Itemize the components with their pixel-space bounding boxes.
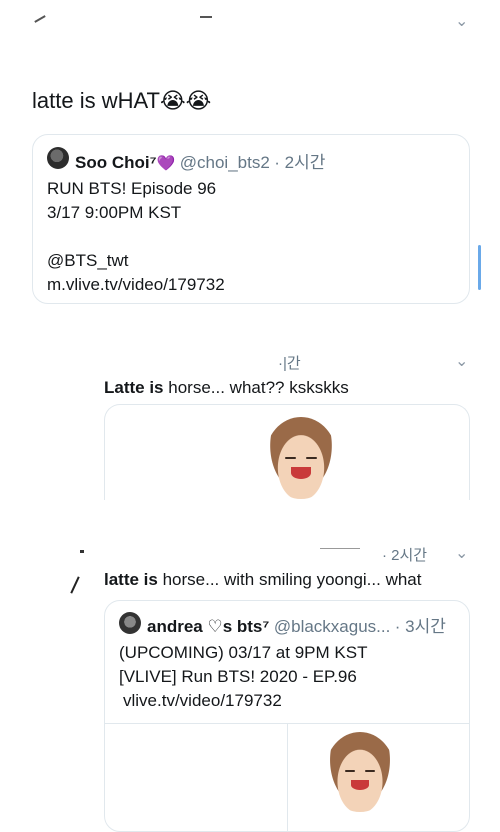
media-divider	[287, 724, 288, 832]
crying-emoji: 😭😭	[159, 88, 212, 113]
tweet-timestamp: ·|간	[278, 355, 301, 372]
quote-mention-link[interactable]: @BTS_twt	[47, 249, 225, 273]
mouth	[351, 780, 369, 790]
eye	[306, 457, 317, 459]
quote-line	[47, 225, 225, 249]
quote-line: (UPCOMING) 03/17 at 9PM KST	[119, 643, 368, 662]
quote-line: 3/17 9:00PM KST	[47, 203, 182, 222]
tweet-body: latte is wHAT	[32, 88, 160, 113]
tweet-text-rest: horse... what?? kskskks	[163, 378, 349, 397]
media-card[interactable]	[104, 404, 470, 505]
tweet-1[interactable]: ⌄ latte is wHAT😭😭 Soo Choi⁷💜 @choi_bts2 …	[0, 0, 500, 330]
avatar[interactable]	[119, 612, 141, 634]
section-divider	[0, 500, 500, 512]
tweet-timestamp: · 2시간	[382, 547, 428, 564]
chevron-down-icon[interactable]: ⌄	[455, 14, 468, 30]
tweet-text-bold: latte is	[104, 570, 158, 589]
scribble-mark	[34, 15, 46, 23]
tweet-text-rest: horse... with smiling yoongi... what	[157, 570, 422, 589]
quote-timestamp: · 2시간	[274, 153, 326, 172]
scribble-mark	[80, 550, 84, 553]
media-preview[interactable]	[105, 723, 469, 832]
eye	[365, 770, 375, 772]
avatar[interactable]	[47, 147, 69, 169]
scribble-mark	[320, 548, 360, 549]
quote-card[interactable]: andrea ♡s bts⁷ @blackxagus... · 3시간 (UPC…	[104, 600, 470, 832]
tweet-3[interactable]: · 2시간 ⌄ latte is horse... with smiling y…	[0, 530, 500, 832]
tweet-text: Latte is horse... what?? kskskks	[104, 378, 349, 398]
quote-author-name[interactable]: Soo Choi⁷	[75, 153, 157, 172]
quote-author-handle[interactable]: @blackxagus...	[274, 617, 390, 636]
quote-author-handle[interactable]: @choi_bts2	[180, 153, 270, 172]
smiling-face-image[interactable]	[325, 732, 395, 812]
purple-heart-icon: 💜	[156, 155, 176, 172]
tweet-text-bold: Latte is	[104, 378, 164, 397]
tweet-text: latte is wHAT😭😭	[32, 88, 211, 114]
quote-author-name[interactable]: andrea ♡s bts⁷	[147, 617, 269, 636]
scribble-mark	[70, 576, 80, 594]
quote-card[interactable]: Soo Choi⁷💜 @choi_bts2 · 2시간 RUN BTS! Epi…	[32, 134, 470, 304]
quote-line: [VLIVE] Run BTS! 2020 - EP.96	[119, 667, 357, 686]
eye	[345, 770, 355, 772]
chevron-down-icon[interactable]: ⌄	[455, 354, 468, 370]
eye	[285, 457, 296, 459]
tweet-2[interactable]: ·|간 ⌄ Latte is horse... what?? kskskks	[0, 340, 500, 505]
scrollbar[interactable]	[478, 245, 481, 290]
mouth	[291, 467, 311, 479]
chevron-down-icon[interactable]: ⌄	[455, 546, 468, 562]
quote-timestamp: · 3시간	[394, 617, 446, 636]
scribble-mark	[200, 16, 212, 18]
quote-url-link[interactable]: vlive.tv/video/179732	[119, 689, 367, 713]
tweet-text: latte is horse... with smiling yoongi...…	[104, 570, 421, 590]
quote-line: RUN BTS! Episode 96	[47, 179, 217, 198]
smiling-face-image[interactable]	[265, 417, 337, 499]
quote-url-link[interactable]: m.vlive.tv/video/179732	[47, 273, 225, 297]
